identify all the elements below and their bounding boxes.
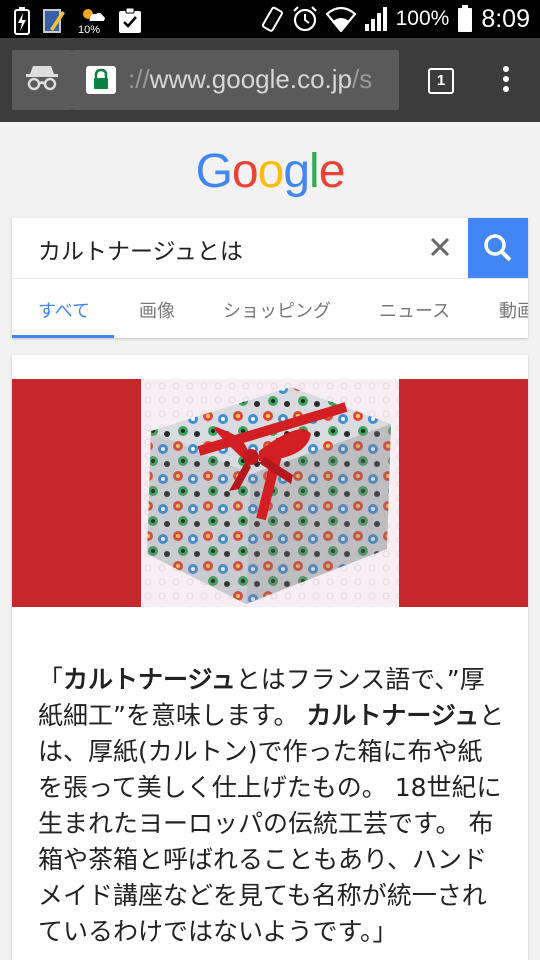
- weather-percent: 10%: [78, 24, 101, 36]
- snippet-part: 「: [38, 665, 64, 694]
- signal-icon: [364, 7, 387, 31]
- system-icons: 100% 8:09: [260, 3, 530, 35]
- vibrate-icon: [261, 6, 283, 32]
- lock-icon: [86, 66, 116, 94]
- tab-images[interactable]: 画像: [139, 297, 175, 323]
- incognito-button[interactable]: [12, 50, 72, 110]
- logo-letter: e: [318, 145, 346, 198]
- clear-icon[interactable]: [426, 232, 454, 262]
- notepad-icon: [43, 9, 65, 33]
- alarm-icon: [292, 6, 317, 32]
- logo-letter: l: [309, 145, 320, 198]
- search-input[interactable]: カルトナージュとは: [38, 232, 243, 266]
- incognito-icon: [26, 66, 58, 91]
- tab-all[interactable]: すべて: [38, 297, 90, 323]
- status-bar: 10% 100% 8:09: [0, 0, 540, 38]
- tab-news[interactable]: ニュース: [379, 297, 450, 323]
- url-scheme: ://: [128, 64, 150, 94]
- snippet-part: とは、厚紙(カルトン)で作った箱に布や紙を張って美しく仕上げたもの。 18世紀に…: [38, 701, 505, 946]
- tab-videos[interactable]: 動画: [499, 297, 528, 323]
- snippet-highlight: カルトナージュ: [306, 701, 480, 730]
- search-button[interactable]: [468, 218, 528, 278]
- url-text: ://www.google.co.jp/s: [128, 64, 372, 95]
- featured-snippet-card: 「カルトナージュとはフランス語で、”厚紙細工”を意味します。 カルトナージュとは…: [12, 355, 528, 960]
- search-results-page: Google カルトナージュとは すべて 画像 ショッピング ニュース 動画: [0, 122, 540, 960]
- battery-saver-icon: [14, 7, 30, 35]
- search-icon: [484, 234, 512, 262]
- result-image-banner[interactable]: [12, 379, 528, 607]
- clock: 8:09: [481, 4, 530, 33]
- search-tabs: すべて 画像 ショッピング ニュース 動画: [12, 278, 528, 338]
- battery-percent: 100%: [395, 7, 450, 30]
- search-box: カルトナージュとは すべて 画像 ショッピング ニュース 動画: [12, 218, 528, 338]
- google-logo[interactable]: Google: [0, 144, 540, 199]
- clipboard-check-icon: [119, 8, 141, 33]
- logo-letter: o: [231, 145, 259, 198]
- battery-icon: [458, 5, 473, 32]
- url-path: /s: [352, 64, 373, 94]
- search-row: カルトナージュとは: [12, 218, 528, 278]
- weather-icon: [83, 9, 105, 21]
- tab-switcher-button[interactable]: 1: [428, 68, 454, 94]
- gift-box-image: [141, 379, 399, 607]
- tab-shopping[interactable]: ショッピング: [223, 297, 331, 323]
- overflow-menu-icon[interactable]: [496, 66, 516, 96]
- logo-letter: G: [195, 145, 233, 198]
- logo-letter: g: [283, 145, 310, 198]
- url-host: www.google.co.jp: [149, 64, 353, 94]
- browser-toolbar: ://www.google.co.jp/s 1: [0, 38, 540, 122]
- snippet-text: 「カルトナージュとはフランス語で、”厚紙細工”を意味します。 カルトナージュとは…: [38, 662, 506, 950]
- weather-indicator: 10%: [78, 5, 106, 37]
- notification-icons: 10%: [14, 5, 142, 37]
- snippet-highlight: カルトナージュ: [63, 665, 236, 694]
- wifi-icon: [325, 6, 356, 32]
- logo-letter: o: [257, 145, 285, 198]
- active-tab-indicator: [12, 335, 114, 338]
- address-bar[interactable]: ://www.google.co.jp/s: [72, 50, 399, 110]
